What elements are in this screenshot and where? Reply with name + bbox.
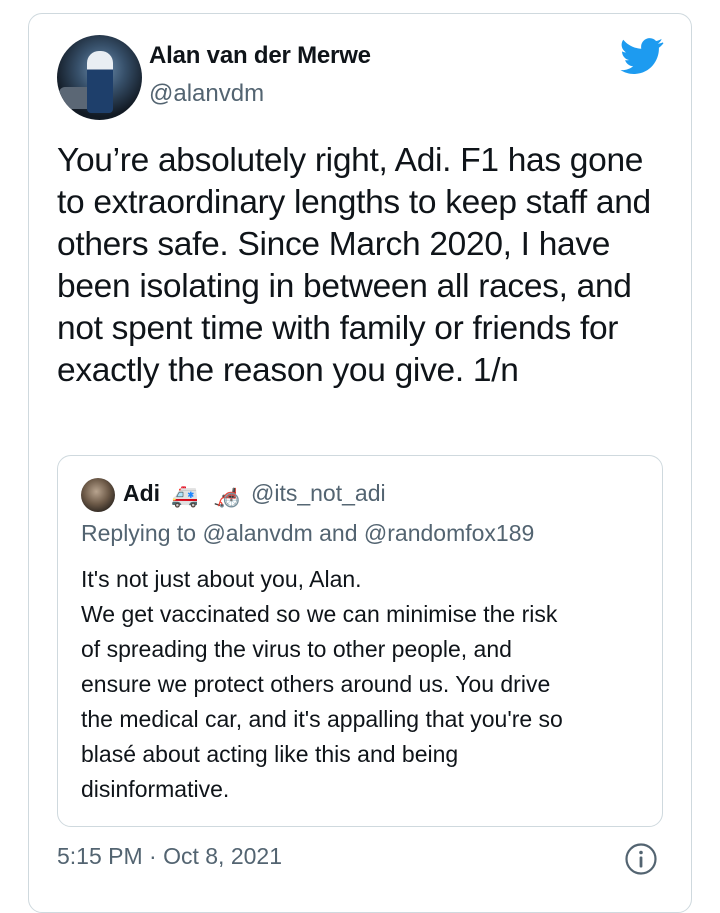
quoted-text-line: of spreading the virus to other people, … xyxy=(81,636,512,662)
wheelchair-emoji: 🦽 xyxy=(213,483,241,508)
twitter-bird-icon[interactable] xyxy=(620,38,664,74)
ambulance-emoji: 🚑 xyxy=(171,483,199,508)
quoted-text-line: blasé about acting like this and being xyxy=(81,741,459,767)
quoted-text-line: We get vaccinated so we can minimise the… xyxy=(81,601,558,627)
author-name[interactable]: Alan van der Merwe xyxy=(149,42,371,70)
quoted-text-line: ensure we protect others around us. You … xyxy=(81,671,551,697)
info-icon[interactable] xyxy=(624,842,658,876)
quoted-author-avatar[interactable] xyxy=(81,478,115,512)
tweet-timestamp[interactable]: 5:15 PM · Oct 8, 2021 xyxy=(57,843,282,870)
tweet-text: You’re absolutely right, Adi. F1 has gon… xyxy=(57,142,651,389)
replying-to: Replying to @alanvdm and @randomfox189 xyxy=(81,520,535,546)
quoted-tweet-text: It's not just about you, Alan. We get va… xyxy=(81,562,651,807)
quoted-author-handle[interactable]: @its_not_adi xyxy=(251,480,386,507)
quoted-author-name[interactable]: Adi xyxy=(123,480,160,507)
quoted-text-line: the medical car, and it's appalling that… xyxy=(81,706,563,732)
author-handle[interactable]: @alanvdm xyxy=(149,80,264,108)
author-avatar[interactable] xyxy=(57,35,142,120)
quoted-text-line: It's not just about you, Alan. xyxy=(81,566,362,592)
quoted-text-line: disinformative. xyxy=(81,776,230,802)
